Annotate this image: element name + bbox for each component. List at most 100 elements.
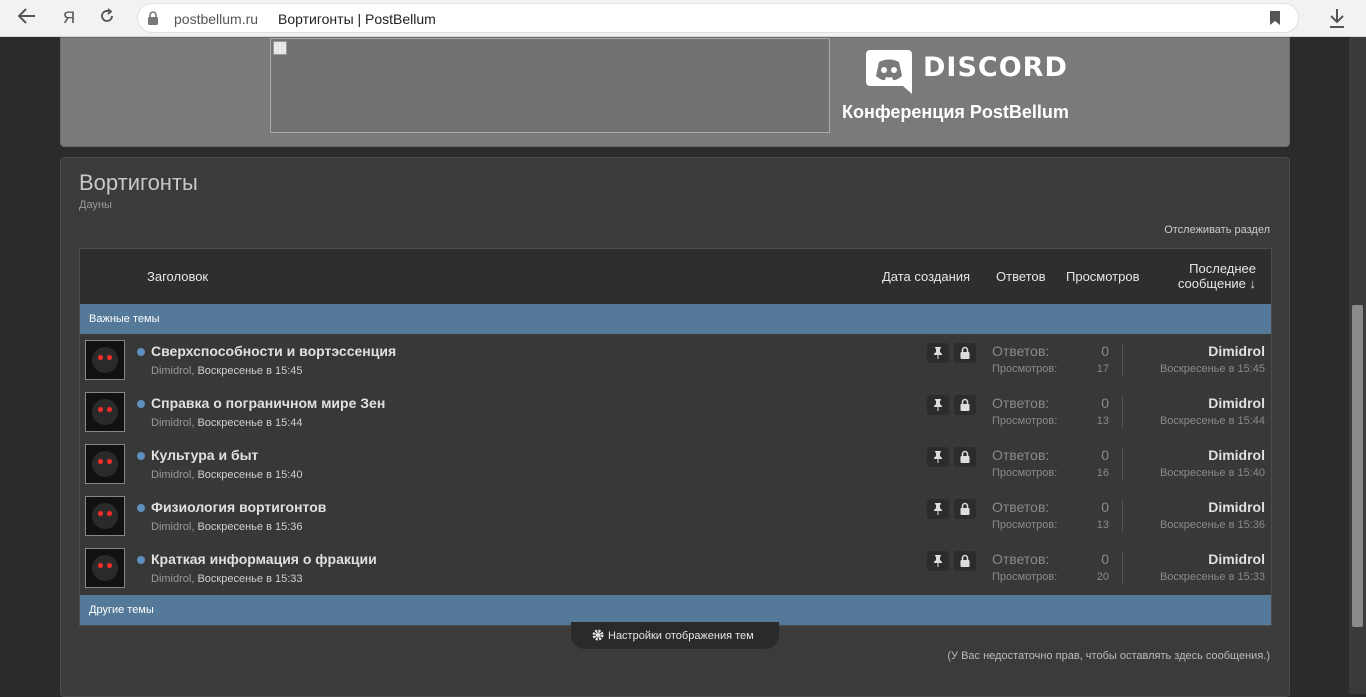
pin-icon xyxy=(927,499,949,519)
avatar[interactable] xyxy=(85,496,125,536)
thread-author[interactable]: Dimidrol xyxy=(151,573,191,585)
thread-meta: Dimidrol, Воскресенье в 15:44 xyxy=(151,417,303,429)
reload-icon[interactable] xyxy=(94,6,120,30)
watch-forum-link[interactable]: Отслеживать раздел xyxy=(1164,224,1270,236)
avatar-eye xyxy=(107,563,112,568)
last-post-date[interactable]: Воскресенье в 15:36 xyxy=(1160,519,1265,531)
locked-icon xyxy=(954,551,976,571)
avatar-face xyxy=(92,347,118,373)
last-post-user[interactable]: Dimidrol xyxy=(1208,447,1265,463)
pin-icon xyxy=(927,395,949,415)
last-post-date[interactable]: Воскресенье в 15:40 xyxy=(1160,467,1265,479)
forum-block: Вортигонты Дауны Отслеживать раздел Заго… xyxy=(60,157,1290,697)
thread-author[interactable]: Dimidrol xyxy=(151,365,191,377)
views-count: 20 xyxy=(1096,571,1109,583)
download-icon[interactable] xyxy=(1326,6,1348,30)
column-replies[interactable]: Ответов xyxy=(996,269,1046,284)
page-title: Вортигонты xyxy=(79,170,198,195)
thread-preview-icon[interactable] xyxy=(137,452,145,460)
avatar-eye xyxy=(98,407,103,412)
back-icon[interactable] xyxy=(14,6,40,30)
discord-caption[interactable]: Конференция PostBellum xyxy=(842,102,1069,123)
display-settings-button[interactable]: Настройки отображения тем xyxy=(571,622,779,649)
replies-count: 0 xyxy=(1101,447,1109,463)
avatar-eye xyxy=(98,511,103,516)
thread-preview-icon[interactable] xyxy=(137,504,145,512)
last-post-date[interactable]: Воскресенье в 15:33 xyxy=(1160,571,1265,583)
avatar[interactable] xyxy=(85,392,125,432)
avatar[interactable] xyxy=(85,548,125,588)
thread-row[interactable]: Сверхспособности и вортэссенция Dimidrol… xyxy=(80,334,1271,386)
avatar[interactable] xyxy=(85,340,125,380)
last-post-user[interactable]: Dimidrol xyxy=(1208,395,1265,411)
avatar-face xyxy=(92,399,118,425)
thread-preview-icon[interactable] xyxy=(137,400,145,408)
thread-date[interactable]: Воскресенье в 15:44 xyxy=(197,417,302,429)
last-post-date[interactable]: Воскресенье в 15:45 xyxy=(1160,363,1265,375)
replies-count: 0 xyxy=(1101,551,1109,567)
discord-wordmark[interactable]: DISCORD xyxy=(923,52,1068,83)
divider xyxy=(1122,395,1123,429)
thread-date[interactable]: Воскресенье в 15:40 xyxy=(197,469,302,481)
header-banner: DISCORD Конференция PostBellum xyxy=(60,37,1290,147)
thread-author[interactable]: Dimidrol xyxy=(151,521,191,533)
thread-row[interactable]: Культура и быт Dimidrol, Воскресенье в 1… xyxy=(80,438,1271,490)
page-tab-title: Вортигонты | PostBellum xyxy=(278,11,436,27)
display-settings-label: Настройки отображения тем xyxy=(608,630,754,642)
thread-author[interactable]: Dimidrol xyxy=(151,417,191,429)
column-created[interactable]: Дата создания xyxy=(882,269,970,284)
views-label: Просмотров: xyxy=(992,363,1058,375)
column-views[interactable]: Просмотров xyxy=(1066,269,1140,284)
yandex-icon[interactable]: Я xyxy=(56,6,82,30)
views-label: Просмотров: xyxy=(992,415,1058,427)
thread-row[interactable]: Справка о пограничном мире Зен Dimidrol,… xyxy=(80,386,1271,438)
views-label: Просмотров: xyxy=(992,519,1058,531)
thread-title[interactable]: Культура и быт xyxy=(151,447,258,463)
thread-title[interactable]: Сверхспособности и вортэссенция xyxy=(151,343,396,359)
bookmark-icon[interactable] xyxy=(1270,11,1280,25)
thread-author[interactable]: Dimidrol xyxy=(151,469,191,481)
thread-preview-icon[interactable] xyxy=(137,348,145,356)
views-count: 13 xyxy=(1096,415,1109,427)
avatar-face xyxy=(92,451,118,477)
thread-title[interactable]: Справка о пограничном мире Зен xyxy=(151,395,385,411)
column-last-post[interactable]: Последнее сообщение ↓ xyxy=(1178,261,1256,291)
page-scrollbar[interactable] xyxy=(1349,37,1366,694)
last-post-user[interactable]: Dimidrol xyxy=(1208,499,1265,515)
address-bar[interactable]: postbellum.ru Вортигонты | PostBellum xyxy=(137,3,1299,33)
thread-meta: Dimidrol, Воскресенье в 15:36 xyxy=(151,521,303,533)
avatar[interactable] xyxy=(85,444,125,484)
section-other: Другие темы xyxy=(80,595,1271,625)
thread-date[interactable]: Воскресенье в 15:33 xyxy=(197,573,302,585)
banner-image-placeholder[interactable] xyxy=(270,38,830,133)
url-text: postbellum.ru xyxy=(174,11,259,27)
thread-meta: Dimidrol, Воскресенье в 15:40 xyxy=(151,469,303,481)
replies-label: Ответов: xyxy=(992,499,1050,515)
thread-date[interactable]: Воскресенье в 15:36 xyxy=(197,521,302,533)
divider xyxy=(1122,551,1123,585)
thread-row[interactable]: Физиология вортигонтов Dimidrol, Воскрес… xyxy=(80,490,1271,542)
discord-logo-icon[interactable] xyxy=(866,48,912,94)
thread-date[interactable]: Воскресенье в 15:45 xyxy=(197,365,302,377)
thread-title[interactable]: Физиология вортигонтов xyxy=(151,499,326,515)
avatar-eye xyxy=(107,407,112,412)
views-label: Просмотров: xyxy=(992,571,1058,583)
views-label: Просмотров: xyxy=(992,467,1058,479)
thread-title[interactable]: Краткая информация о фракции xyxy=(151,551,377,567)
column-title[interactable]: Заголовок xyxy=(147,269,208,284)
views-count: 16 xyxy=(1096,467,1109,479)
no-permission-note: (У Вас недостаточно прав, чтобы оставлят… xyxy=(947,650,1270,662)
lock-icon xyxy=(148,11,158,25)
last-post-user[interactable]: Dimidrol xyxy=(1208,551,1265,567)
divider xyxy=(1122,499,1123,533)
last-post-user[interactable]: Dimidrol xyxy=(1208,343,1265,359)
pin-icon xyxy=(927,551,949,571)
thread-preview-icon[interactable] xyxy=(137,556,145,564)
thread-meta: Dimidrol, Воскресенье в 15:33 xyxy=(151,573,303,585)
last-post-date[interactable]: Воскресенье в 15:44 xyxy=(1160,415,1265,427)
browser-toolbar: Я postbellum.ru Вортигонты | PostBellum xyxy=(0,0,1366,37)
replies-label: Ответов: xyxy=(992,395,1050,411)
scrollbar-thumb[interactable] xyxy=(1352,305,1363,627)
thread-row[interactable]: Краткая информация о фракции Dimidrol, В… xyxy=(80,542,1271,594)
avatar-face xyxy=(92,555,118,581)
